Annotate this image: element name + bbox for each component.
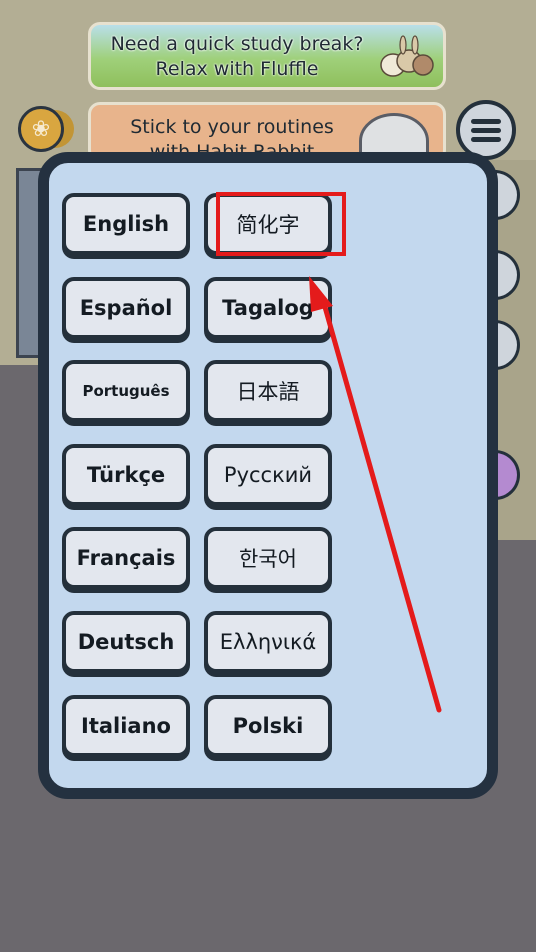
bunnies-icon [380, 35, 434, 77]
hamburger-menu-icon[interactable] [456, 100, 516, 160]
language-button-spanish[interactable]: Español [62, 277, 190, 339]
menu-lines-icon [471, 119, 501, 142]
language-button-turkish[interactable]: Türkçe [62, 444, 190, 506]
fluffle-ad-banner[interactable]: Need a quick study break? Relax with Flu… [88, 22, 446, 90]
language-button-polish[interactable]: Polski [204, 695, 332, 757]
highlight-box [216, 192, 346, 256]
language-button-korean[interactable]: 한국어 [204, 527, 332, 589]
banner-line-2: Relax with Fluffle [155, 58, 319, 80]
language-button-portuguese[interactable]: Português [62, 360, 190, 422]
banner2-line-1: Stick to your routines [130, 116, 334, 138]
banner-line-1: Need a quick study break? [110, 33, 364, 55]
rabbit-coin-icon[interactable]: ❀ [18, 106, 64, 152]
language-button-english[interactable]: English [62, 193, 190, 255]
language-button-german[interactable]: Deutsch [62, 611, 190, 673]
language-button-russian[interactable]: Русский [204, 444, 332, 506]
language-button-french[interactable]: Français [62, 527, 190, 589]
language-button-tagalog[interactable]: Tagalog [204, 277, 332, 339]
language-button-japanese[interactable]: 日本語 [204, 360, 332, 422]
language-button-italian[interactable]: Italiano [62, 695, 190, 757]
language-button-greek[interactable]: Ελληνικά [204, 611, 332, 673]
